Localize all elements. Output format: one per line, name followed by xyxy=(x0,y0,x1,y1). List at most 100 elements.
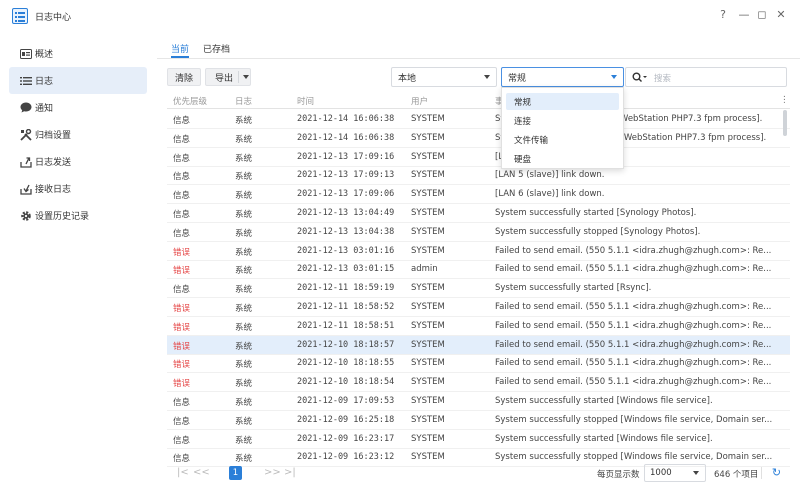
next-page-button[interactable]: >> xyxy=(264,467,281,478)
sidebar-item-log-sending[interactable]: 日志发送 xyxy=(9,148,147,175)
table-row[interactable]: 信息系统2021-12-13 17:09:16SYSTEM[LAN 5 (sla… xyxy=(167,148,790,167)
chevron-down-icon xyxy=(484,75,490,79)
cell-event: Failed to send email. (550 5.1.1 <idra.z… xyxy=(495,245,772,256)
cell-log: 系统 xyxy=(235,454,253,465)
cell-user: SYSTEM xyxy=(411,414,445,425)
table-header: 优先层级 日志 时间 用户 事件 ⋮ xyxy=(167,92,790,109)
cell-log: 系统 xyxy=(235,341,253,352)
table-row[interactable]: 信息 系统 2021-12-14 16:06:38 SYSTEM System succ… xyxy=(167,129,790,148)
cell-event: System successfully stopped [Synology Ph… xyxy=(495,226,701,237)
first-page-button[interactable]: |< xyxy=(177,467,189,478)
dropdown-option-file-transfer[interactable]: 文件传输 xyxy=(506,131,619,148)
cell-time: 2021-12-11 18:59:19 xyxy=(297,283,395,294)
cell-level: 信息 xyxy=(173,228,191,239)
cell-level: 信息 xyxy=(173,210,191,220)
table-row[interactable]: 错误 系统 2021-12-10 18:18:55 SYSTEM Failed to s… xyxy=(167,354,790,374)
cell-log: 系统 xyxy=(235,191,253,202)
cell-user: SYSTEM xyxy=(411,189,445,200)
export-button[interactable]: 导出 xyxy=(205,68,251,86)
table-row[interactable]: 错误 系统 2021-12-11 18:58:51 SYSTEM Failed to s… xyxy=(167,317,790,336)
tab-archived[interactable]: 已存档 xyxy=(203,42,230,55)
table-row[interactable]: 错误 系统 2021-12-13 03:01:16 SYSTEM Failed to s… xyxy=(167,242,790,261)
clear-button[interactable]: 清除 xyxy=(167,68,201,86)
cell-time: 2021-12-13 13:04:49 xyxy=(297,208,395,218)
cell-log: 系统 xyxy=(235,398,253,408)
column-header-log[interactable]: 日志 xyxy=(235,95,252,107)
gear-icon xyxy=(19,209,32,222)
cell-user: SYSTEM xyxy=(411,132,445,143)
cell-log: 系统 xyxy=(235,247,253,258)
cell-level: 错误 xyxy=(173,341,191,352)
close-button[interactable]: ✕ xyxy=(774,8,788,22)
cell-time: 2021-12-14 16:06:38 xyxy=(297,132,395,143)
table-row[interactable]: 信息 系统 2021-12-09 16:23:17 SYSTEM System succ… xyxy=(167,430,790,449)
sidebar-item-notifications[interactable]: 通知 xyxy=(9,94,147,121)
prev-page-button[interactable]: << xyxy=(193,467,210,478)
table-row[interactable]: 错误 系统 2021-12-11 18:58:52 SYSTEM Failed to s… xyxy=(167,298,790,317)
table-row[interactable]: 信息 系统 2021-12-14 16:06:38 SYSTEM System succ… xyxy=(167,110,790,129)
sidebar-item-settings-history[interactable]: 设置历史记录 xyxy=(9,202,147,229)
table-row[interactable]: 信息 系统 2021-12-11 18:59:19 SYSTEM System succ… xyxy=(167,279,790,299)
category-select[interactable]: 常规 xyxy=(501,67,624,87)
table-row[interactable]: 错误 系统 2021-12-10 18:18:54 SYSTEM Failed to s… xyxy=(167,373,790,393)
dropdown-option-general[interactable]: 常规 xyxy=(506,93,619,110)
cell-level: 信息 xyxy=(173,134,191,145)
table-row[interactable]: 错误 系统 2021-12-10 18:18:57 SYSTEM Failed to s… xyxy=(167,335,790,355)
cell-level: 错误 xyxy=(173,360,191,371)
sidebar-item-label: 概述 xyxy=(35,50,54,60)
sidebar-item-archive-settings[interactable]: 归档设置 xyxy=(9,121,147,148)
column-header-level[interactable]: 优先层级 xyxy=(173,95,207,107)
cell-user: SYSTEM xyxy=(411,283,445,294)
sidebar-item-label: 日志 xyxy=(35,77,54,87)
cell-user: SYSTEM xyxy=(411,208,445,218)
per-page-value: 1000 xyxy=(650,468,672,478)
sidebar-item-logs[interactable]: 日志 xyxy=(9,67,147,94)
help-button[interactable]: ? xyxy=(716,8,730,22)
tab-current[interactable]: 当前 xyxy=(171,42,189,55)
table-row[interactable]: 信息 系统 2021-12-09 17:09:53 SYSTEM System succ… xyxy=(167,392,790,411)
search-input[interactable]: 搜索 xyxy=(625,67,787,87)
cell-event: Failed to send email. (550 5.1.1 <idra.z… xyxy=(495,339,772,350)
vertical-scrollbar[interactable] xyxy=(783,110,787,136)
cell-level: 信息 xyxy=(173,172,191,183)
table-row[interactable]: 信息 系统 2021-12-13 17:09:13 SYSTEM [LAN 5 (sla… xyxy=(167,166,790,186)
column-header-user[interactable]: 用户 xyxy=(411,95,428,107)
table-row[interactable]: 信息 系统 2021-12-13 13:04:38 SYSTEM System succ… xyxy=(167,223,790,242)
cell-time: 2021-12-09 17:09:53 xyxy=(297,396,395,406)
export-button-label: 导出 xyxy=(215,73,234,84)
sidebar-item-log-receiving[interactable]: 接收日志 xyxy=(9,175,147,202)
per-page-select[interactable]: 1000 xyxy=(644,464,706,482)
tools-icon xyxy=(19,128,32,141)
cell-user: SYSTEM xyxy=(411,114,445,124)
table-row[interactable]: 信息 系统 2021-12-13 17:09:06 SYSTEM [LAN 6 (sla… xyxy=(167,185,790,205)
log-center-app-icon xyxy=(12,8,28,24)
cell-level: 信息 xyxy=(173,435,191,446)
chevron-down-icon xyxy=(611,75,617,79)
source-select[interactable]: 本地 xyxy=(391,67,497,87)
pager-divider xyxy=(761,467,762,479)
current-page-button[interactable]: 1 xyxy=(229,466,242,480)
table-row[interactable]: 信息 系统 2021-12-09 16:25:18 SYSTEM System succ… xyxy=(167,411,790,430)
last-page-button[interactable]: >| xyxy=(284,467,296,478)
table-row[interactable]: 信息 系统 2021-12-13 13:04:49 SYSTEM System succ… xyxy=(167,204,790,223)
maximize-button[interactable]: ◻ xyxy=(755,8,769,22)
table-row[interactable]: 错误 系统 2021-12-13 03:01:15 admin Failed to se… xyxy=(167,260,790,280)
sidebar-item-overview[interactable]: 概述 xyxy=(9,40,147,67)
column-options-icon[interactable]: ⋮ xyxy=(780,95,789,105)
minimize-button[interactable]: — xyxy=(737,8,751,22)
cell-time: 2021-12-09 16:25:18 xyxy=(297,414,395,425)
dropdown-option-connection[interactable]: 连接 xyxy=(506,112,619,129)
cell-log: 系统 xyxy=(235,285,253,296)
receive-log-icon xyxy=(19,182,32,195)
refresh-icon[interactable]: ↻ xyxy=(770,466,783,480)
cell-time: 2021-12-09 16:23:12 xyxy=(297,452,395,463)
dropdown-option-disk[interactable]: 硬盘 xyxy=(506,150,619,167)
sidebar-item-label: 日志发送 xyxy=(35,158,72,168)
sidebar-item-label: 归档设置 xyxy=(35,131,72,141)
column-header-time[interactable]: 时间 xyxy=(297,95,314,107)
search-icon[interactable] xyxy=(632,72,648,85)
chevron-down-icon[interactable] xyxy=(243,75,249,79)
cell-time: 2021-12-11 18:58:51 xyxy=(297,320,395,331)
cell-level: 错误 xyxy=(173,266,191,277)
cell-level: 信息 xyxy=(173,191,191,202)
